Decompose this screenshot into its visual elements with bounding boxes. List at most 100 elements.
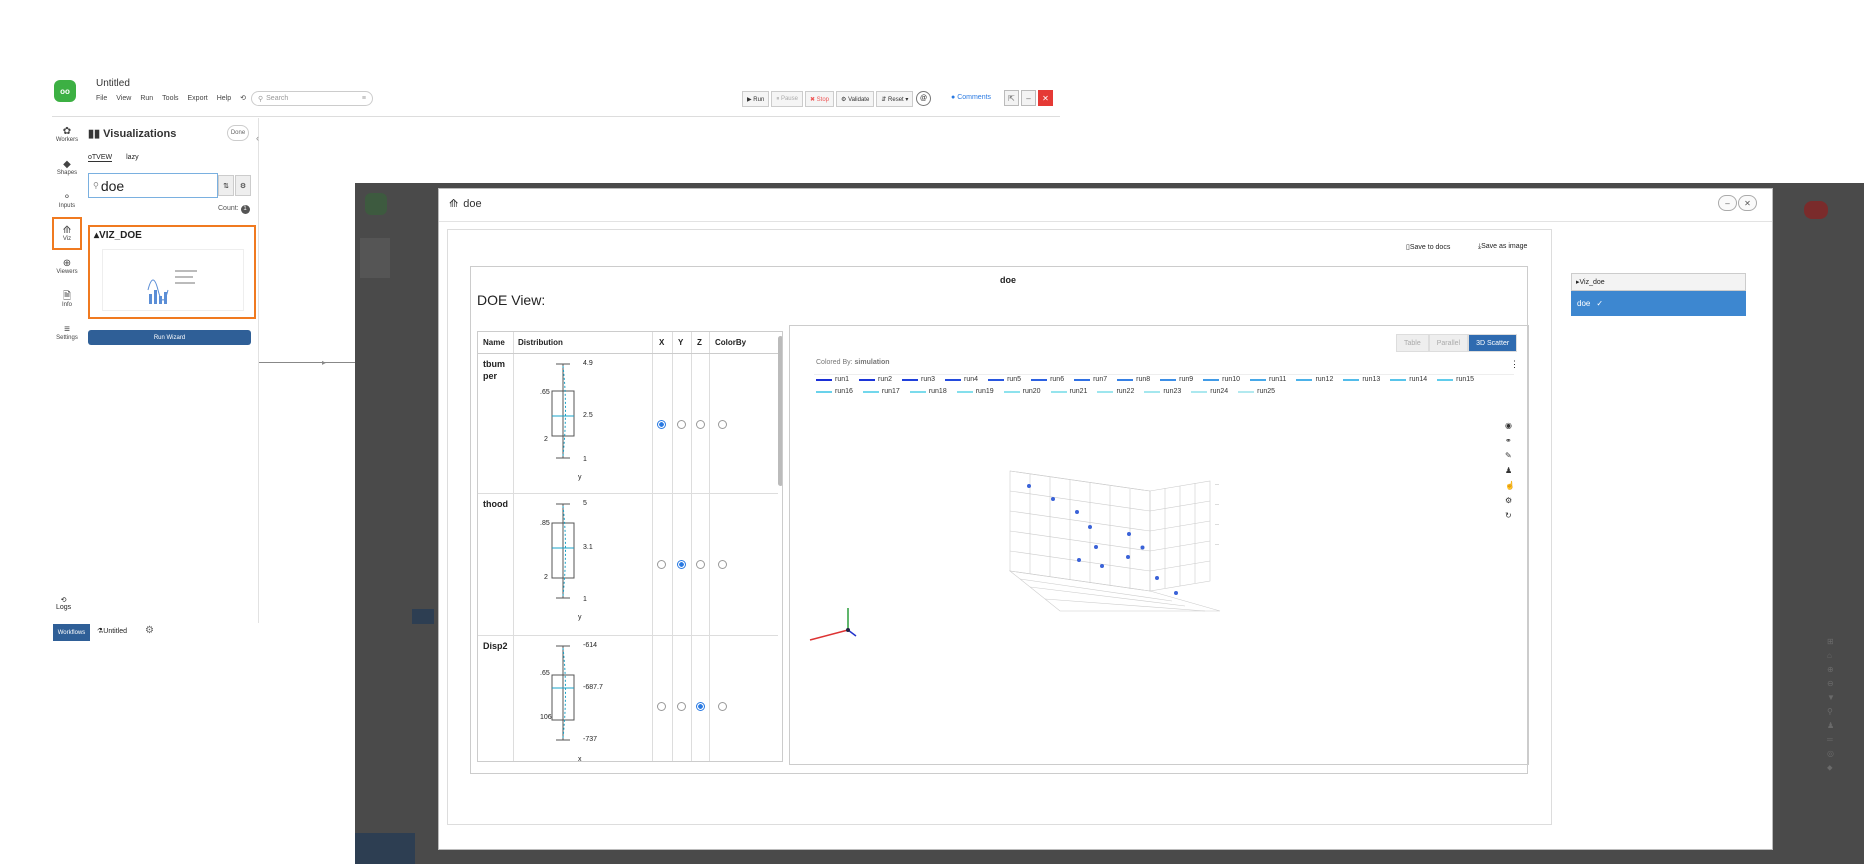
legend-item[interactable]: run19 [956, 388, 994, 395]
radio-y[interactable] [677, 702, 686, 711]
legend-item[interactable]: run8 [1117, 376, 1150, 383]
minimize-icon[interactable]: – [1718, 195, 1737, 211]
save-to-docs-button[interactable]: ▯Save to docs [1406, 243, 1450, 251]
person-icon[interactable]: ♟ [1505, 466, 1515, 475]
refresh-icon[interactable]: ↻ [1505, 511, 1515, 520]
legend-item[interactable]: run21 [1050, 388, 1087, 395]
legend-item[interactable]: run12 [1296, 376, 1333, 383]
validate-button[interactable]: ⚙ Validate [836, 91, 875, 107]
pen-icon[interactable]: ✎ [1505, 451, 1515, 460]
comments-button[interactable]: ● Comments [951, 94, 991, 101]
restore-icon[interactable]: ⇱ [1004, 90, 1019, 106]
radio-z[interactable] [696, 420, 705, 429]
viz-search-input[interactable]: ⚲ doe [88, 173, 218, 198]
menu-tools[interactable]: Tools [162, 95, 178, 102]
radio-y[interactable] [677, 560, 686, 569]
rail-info[interactable]: 🗎 Info [52, 283, 82, 316]
scatter-point[interactable] [1051, 497, 1055, 501]
global-search-input[interactable]: ⚲ Search ≡ [251, 91, 373, 106]
scatter-point[interactable] [1077, 558, 1081, 562]
scatter-3d[interactable]: — — — — [950, 461, 1250, 641]
radio-z[interactable] [696, 560, 705, 569]
rail-viz[interactable]: ⟰ Viz [52, 217, 82, 250]
menu-file[interactable]: File [96, 95, 107, 102]
legend-item[interactable]: run22 [1097, 388, 1134, 395]
tab-overview[interactable]: oTVEW [88, 154, 113, 162]
legend-item[interactable]: run5 [988, 376, 1021, 383]
view-table-button[interactable]: Table [1396, 334, 1429, 352]
rail-shapes[interactable]: ◆ Shapes [52, 151, 82, 184]
save-as-image-button[interactable]: ⤓Save as image [1478, 243, 1527, 251]
legend-item[interactable]: run24 [1191, 388, 1228, 395]
radio-colorby[interactable] [718, 560, 727, 569]
close-icon[interactable]: ✕ [1038, 90, 1053, 106]
legend-item[interactable]: run13 [1343, 376, 1380, 383]
viz-thumbnail[interactable] [102, 249, 244, 311]
rail-viewers[interactable]: ⊕ Viewers [52, 250, 82, 283]
scatter-point[interactable] [1126, 555, 1130, 559]
pause-button[interactable]: ⏸ Pause [771, 91, 803, 107]
help-icon[interactable]: @ [916, 91, 931, 106]
tab-untitled[interactable]: ⚗Untitled [97, 627, 127, 635]
minimize-icon[interactable]: – [1021, 90, 1036, 106]
legend-item[interactable]: run14 [1390, 376, 1427, 383]
pointer-icon[interactable]: ☝ [1505, 481, 1515, 490]
menu-run[interactable]: Run [140, 95, 153, 102]
viz-list-header[interactable]: ▸ Viz_doe [1571, 273, 1746, 291]
legend-item[interactable]: run25 [1238, 388, 1275, 395]
camera-icon[interactable]: ⚭ [1505, 436, 1515, 445]
column-header[interactable]: ColorBy [715, 338, 746, 347]
column-header[interactable]: Distribution [518, 338, 563, 347]
view-3d-scatter-button[interactable]: 3D Scatter [1468, 334, 1518, 352]
menu-help[interactable]: Help [217, 95, 231, 102]
legend-item[interactable]: run11 [1250, 376, 1286, 383]
scatter-point[interactable] [1088, 525, 1092, 529]
legend-item[interactable]: run10 [1203, 376, 1240, 383]
view-parallel-button[interactable]: Parallel [1428, 334, 1469, 352]
radio-z[interactable] [696, 702, 705, 711]
legend-item[interactable]: run1 [816, 376, 849, 383]
tab-lazy[interactable]: lazy [126, 154, 138, 162]
legend-item[interactable]: run15 [1437, 376, 1474, 383]
rail-settings[interactable]: ≡ Settings [52, 316, 82, 349]
scatter-point[interactable] [1027, 484, 1031, 488]
legend-item[interactable]: run7 [1074, 376, 1107, 383]
legend-item[interactable]: run4 [945, 376, 978, 383]
gear-icon[interactable]: ⚙ [235, 175, 251, 196]
column-header[interactable]: X [659, 338, 664, 347]
scatter-point[interactable] [1140, 545, 1145, 550]
legend-item[interactable]: run9 [1160, 376, 1193, 383]
rail-inputs[interactable]: ⚬ Inputs [52, 184, 82, 217]
column-header[interactable]: Z [697, 338, 702, 347]
legend-item[interactable]: run2 [859, 376, 892, 383]
legend-item[interactable]: run20 [1003, 388, 1041, 395]
done-button[interactable]: Done [227, 125, 249, 141]
scatter-point[interactable] [1174, 591, 1178, 595]
column-header[interactable]: Y [678, 338, 683, 347]
scatter-point[interactable] [1094, 545, 1098, 549]
radio-x[interactable] [657, 702, 666, 711]
filter-icon[interactable]: ≡ [362, 95, 366, 102]
more-options-icon[interactable]: ⋮ [1510, 359, 1519, 370]
radio-colorby[interactable] [718, 420, 727, 429]
legend-item[interactable]: run6 [1031, 376, 1064, 383]
close-icon[interactable]: ✕ [1738, 195, 1757, 211]
column-header[interactable]: Name [483, 338, 505, 347]
reset-button[interactable]: ⇵ Reset ▾ [876, 91, 914, 107]
scatter-point[interactable] [1100, 564, 1104, 568]
table-scrollbar[interactable] [778, 336, 782, 486]
legend-item[interactable]: run18 [909, 388, 947, 395]
legend-item[interactable]: run16 [816, 388, 853, 395]
sort-icon[interactable]: ⇅ [218, 175, 234, 196]
radio-x[interactable] [657, 420, 666, 429]
rail-workers[interactable]: ✿ Workers [52, 118, 82, 151]
viz-list-item[interactable]: doe ✓ [1571, 291, 1746, 316]
scatter-point[interactable] [1127, 532, 1131, 536]
gear-icon[interactable]: ⚙ [145, 625, 154, 636]
legend-item[interactable]: run3 [902, 376, 935, 383]
document-title[interactable]: Untitled [96, 78, 130, 89]
viz-card[interactable]: ▴VIZ_DOE [88, 225, 256, 319]
radio-colorby[interactable] [718, 702, 727, 711]
menu-view[interactable]: View [116, 95, 131, 102]
radio-x[interactable] [657, 560, 666, 569]
